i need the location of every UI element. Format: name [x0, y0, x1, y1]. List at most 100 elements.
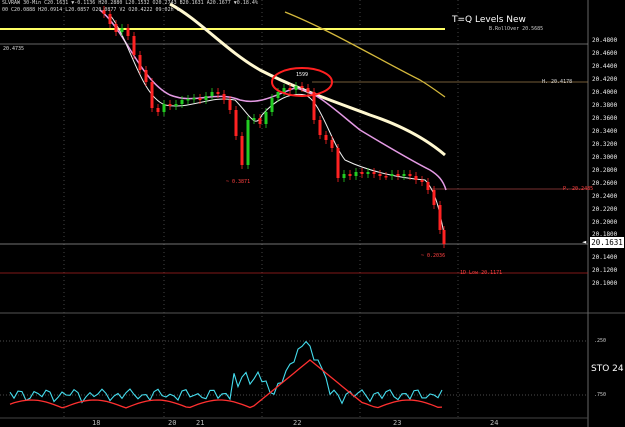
- candle-body: [336, 148, 340, 178]
- candle-body: [150, 82, 154, 108]
- price-tick: 20.1000: [592, 280, 618, 287]
- time-tick: 23: [393, 419, 402, 427]
- candle-body: [414, 176, 418, 180]
- price-tick: 20.1400: [592, 254, 618, 261]
- candle-body: [162, 104, 166, 112]
- candle-body: [276, 92, 280, 98]
- candle-body: [228, 100, 232, 110]
- price-tick: 20.2200: [592, 206, 618, 213]
- header-quote-line: SLVRAW 30-Min C20.1631 ▼-0.1136 H20.2880…: [2, 0, 258, 6]
- candle-body: [390, 174, 394, 176]
- candle-body: [126, 28, 130, 36]
- candle-body: [282, 88, 286, 92]
- candle-body: [312, 92, 316, 120]
- candle-body: [432, 190, 436, 205]
- time-tick: 24: [490, 419, 499, 427]
- hod-label: 1599: [296, 72, 309, 78]
- ma-cream-line: [169, 2, 446, 157]
- p-level-label: P. 20.2485: [563, 186, 594, 192]
- rollover-label: B.RollOver 20.5685: [489, 26, 544, 32]
- candle-body: [252, 118, 256, 120]
- candle-body: [270, 98, 274, 112]
- sto-level-label: .750: [594, 392, 607, 398]
- price-tick: 20.4200: [592, 76, 618, 83]
- price-tick: 20.4600: [592, 50, 618, 57]
- candle-body: [210, 92, 214, 96]
- day-gridlines: [63, 0, 459, 418]
- candle-body: [426, 182, 430, 190]
- candle-body: [324, 135, 328, 140]
- candle-body: [366, 172, 370, 174]
- candle-body: [222, 94, 226, 100]
- candle-body: [348, 174, 352, 176]
- candle-body: [372, 172, 376, 174]
- indicator-title: T=Q Levels New: [452, 15, 526, 25]
- price-tick: 20.3000: [592, 154, 618, 161]
- ma-white-line: [109, 14, 446, 241]
- candle-body: [240, 136, 244, 165]
- price-tick: 20.3600: [592, 115, 618, 122]
- stochastic-k-line: [9, 340, 443, 405]
- price-tick: 20.4000: [592, 89, 618, 96]
- current-price-box: 20.1631: [590, 237, 624, 248]
- candle-body: [420, 180, 424, 182]
- candle-body: [120, 28, 124, 32]
- candle-body: [408, 174, 412, 176]
- candle-body: [360, 172, 364, 174]
- price-tick: 20.2800: [592, 167, 618, 174]
- candle-body: [204, 96, 208, 100]
- candle-body: [234, 110, 238, 136]
- candle-body: [378, 174, 382, 176]
- sto-level-label: .250: [594, 338, 607, 344]
- time-tick: 20: [168, 419, 177, 427]
- candle-body: [132, 36, 136, 55]
- candle-body: [108, 14, 112, 24]
- price-tick: 20.2400: [592, 193, 618, 200]
- candle-body: [258, 118, 262, 124]
- time-tick: 21: [196, 419, 205, 427]
- price-tick: 20.1200: [592, 267, 618, 274]
- chart-canvas[interactable]: [0, 0, 625, 427]
- candle-body: [402, 174, 406, 176]
- candle-body: [288, 88, 292, 90]
- stochastic-d-line: [9, 359, 443, 409]
- candle-body: [342, 174, 346, 178]
- low-right-label: ~ 0.2036: [421, 253, 446, 259]
- low-left-label: ~ 0.3871: [226, 179, 251, 185]
- header-secondary-line: 00 C20.0888 H20.0914 L20.0857 O20.0877 V…: [2, 7, 180, 13]
- sto-label: STO 24: [591, 364, 624, 374]
- candle-body: [294, 86, 298, 90]
- candle-body: [144, 70, 148, 82]
- candle-body: [300, 86, 304, 88]
- candle-body: [396, 174, 400, 176]
- candle-body: [168, 104, 172, 106]
- price-tick: 20.3400: [592, 128, 618, 135]
- candle-body: [138, 55, 142, 70]
- candle-body: [192, 98, 196, 100]
- price-tick: 20.3200: [592, 141, 618, 148]
- candle-body: [174, 104, 178, 106]
- candle-body: [306, 88, 310, 92]
- candle-body: [354, 172, 358, 176]
- price-tick: 20.2600: [592, 180, 618, 187]
- candle-body: [318, 120, 322, 135]
- left-level-label: 20.4735: [3, 46, 25, 52]
- candle-body: [180, 100, 184, 104]
- h-level-label: H. 20.4178: [542, 79, 573, 85]
- ma-gold-line: [284, 11, 446, 98]
- candle-body: [438, 205, 442, 230]
- price-tick: 20.4400: [592, 63, 618, 70]
- price-candles[interactable]: [102, 6, 446, 248]
- candle-body: [114, 24, 118, 32]
- current-price-marker-icon: ◄: [582, 238, 587, 246]
- candle-body: [246, 120, 250, 165]
- price-tick: 20.3800: [592, 102, 618, 109]
- price-tick: 20.4800: [592, 37, 618, 44]
- candle-body: [216, 92, 220, 94]
- candle-body: [264, 112, 268, 124]
- candle-body: [442, 230, 446, 244]
- candle-body: [198, 98, 202, 100]
- candle-body: [330, 140, 334, 148]
- candle-body: [156, 108, 160, 112]
- time-tick: 22: [293, 419, 302, 427]
